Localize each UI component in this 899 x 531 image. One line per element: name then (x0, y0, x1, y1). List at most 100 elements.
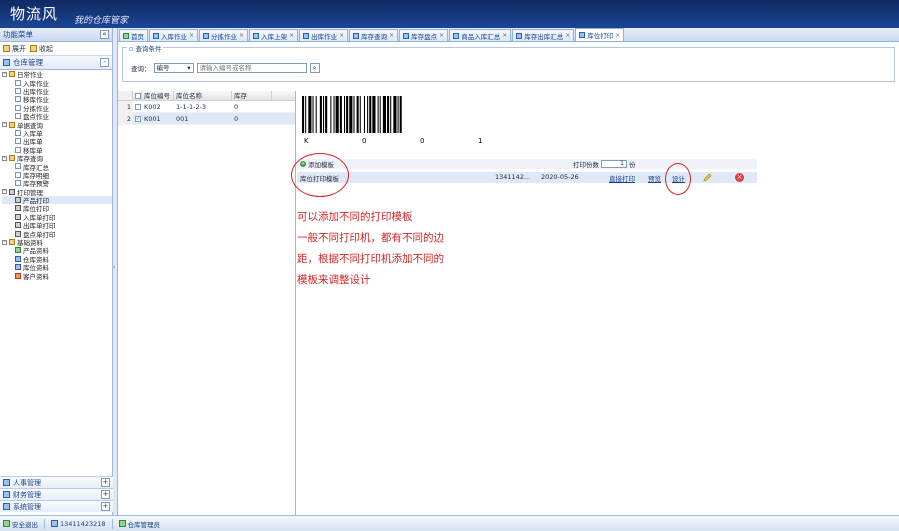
pencil-icon[interactable] (703, 173, 712, 182)
tab[interactable]: 库存盘点 × (399, 29, 449, 41)
tree-item[interactable]: 分拣作业 (2, 104, 112, 113)
barcode-char: 1 (478, 137, 482, 145)
tree-item[interactable]: 仓库资料 (2, 255, 112, 264)
tree-item[interactable]: - 单据查询 (2, 120, 112, 130)
tree-item[interactable]: 入库单打印 (2, 213, 112, 222)
printer-icon (15, 230, 21, 237)
barcode-bar (369, 96, 372, 133)
copies-label: 打印份数 (573, 161, 599, 169)
row-checkbox[interactable]: ✓ (133, 113, 142, 124)
copies-input[interactable]: 1 (601, 160, 627, 168)
delete-icon[interactable]: × (735, 173, 744, 182)
annotation-line: 一般不同打印机，都有不同的边 (297, 232, 444, 244)
tab[interactable]: 库存查询 × (349, 29, 399, 41)
tree-item[interactable]: 产品打印 (2, 195, 112, 205)
section-toggle-button[interactable]: - (100, 58, 109, 67)
tab[interactable]: 分拣作业 × (199, 29, 249, 41)
left-panel: 功能菜单 « 展开 收起 仓库管理 - - 日常作业 入库作业 出库作业 移库作业 分拣作… (0, 28, 113, 515)
column-header-qty[interactable]: 库存 (232, 91, 272, 100)
status-separator (111, 518, 113, 529)
row-checkbox[interactable] (133, 101, 142, 112)
tree-toggle-icon[interactable]: - (2, 155, 7, 161)
accordion-item[interactable]: 系统管理 + (0, 500, 113, 512)
close-icon[interactable]: × (289, 32, 294, 39)
collapse-all-button[interactable]: 收起 (30, 44, 53, 54)
tree-item[interactable]: 库存汇总 (2, 162, 112, 172)
tab-strip: 首页 入库作业 × 分拣作业 × 入库上架 × 出库作业 × 库存查询 × 库存盘点 × 商品入库汇总 × 库… (118, 28, 899, 42)
tab-label: 入库上架 (261, 32, 288, 41)
close-icon[interactable]: × (339, 32, 344, 39)
accordion-item[interactable]: 财务管理 + (0, 488, 113, 500)
close-icon[interactable]: × (389, 32, 394, 39)
tree-toggle-icon[interactable]: - (2, 239, 7, 245)
cell-name: 001 (176, 115, 189, 123)
checked-checkbox-icon[interactable]: ✓ (135, 116, 141, 122)
collapse-panel-button[interactable]: « (100, 30, 109, 39)
tree-toggle-icon[interactable]: - (2, 189, 7, 195)
tree-item[interactable]: 客户资料 (2, 271, 112, 281)
tree-item[interactable]: 出库单 (2, 137, 112, 146)
page-icon (403, 32, 410, 39)
tree-item[interactable]: 库位资料 (2, 263, 112, 272)
barcode-bar (339, 96, 342, 133)
close-icon[interactable]: × (439, 32, 444, 39)
close-icon[interactable]: × (565, 32, 570, 39)
tree-item[interactable]: 库位打印 (2, 204, 112, 213)
cell-name: 1-1-1-2-3 (176, 103, 207, 111)
tree-item[interactable]: - 基础资料 (2, 238, 112, 247)
column-header-name[interactable]: 库位名称 (174, 91, 232, 100)
checkbox-icon[interactable] (135, 104, 141, 110)
column-header-code[interactable]: 库位编号 (142, 91, 174, 100)
barcode-bar (363, 96, 365, 133)
accordion-toggle-button[interactable]: + (101, 490, 110, 499)
tree-item[interactable]: - 日常作业 (2, 70, 112, 79)
tree-item[interactable]: - 打印管理 (2, 187, 112, 197)
search-button[interactable]: ⌕ (309, 63, 320, 73)
folder-icon (9, 155, 15, 162)
section-header[interactable]: 仓库管理 - (0, 56, 112, 70)
module-icon (3, 479, 10, 486)
tree-toggle-icon[interactable]: - (2, 122, 7, 128)
tab[interactable]: 入库作业 × (149, 29, 199, 41)
tree-item[interactable]: 出库单打印 (2, 221, 112, 230)
row-number-header (118, 91, 133, 100)
tree-toggle-icon[interactable]: - (2, 71, 7, 77)
tab[interactable]: 商品入库汇总 × (449, 29, 512, 41)
accordion-item[interactable]: 人事管理 + (0, 476, 113, 488)
close-icon[interactable]: × (615, 32, 620, 39)
tree-item[interactable]: 入库作业 (2, 78, 112, 88)
search-mode-select[interactable]: 编号 ▾ (153, 63, 194, 73)
logout-button[interactable]: 安全退出 (3, 519, 38, 529)
search-input[interactable]: 请输入编号或名称 (196, 63, 307, 73)
accordion-toggle-button[interactable]: + (101, 502, 110, 511)
tab-label: 库位打印 (587, 32, 614, 40)
tab[interactable]: 入库上架 × (249, 29, 299, 41)
close-icon[interactable]: × (502, 32, 507, 39)
expand-all-button[interactable]: 展开 (3, 44, 26, 54)
tab[interactable]: 库存出库汇总 × (512, 29, 575, 41)
collapse-icon[interactable]: ▫ (129, 45, 133, 53)
close-icon[interactable]: × (239, 32, 244, 39)
tab[interactable]: 首页 (119, 29, 148, 41)
table-row[interactable]: 2 ✓ K001 001 0 (118, 113, 295, 125)
accordion-toggle-button[interactable]: + (101, 478, 110, 487)
close-icon[interactable]: × (189, 32, 194, 39)
tree-item[interactable]: 移库作业 (2, 95, 112, 104)
direct-print-link[interactable]: 直接打印 (609, 173, 635, 183)
tree-item[interactable]: 产品资料 (2, 246, 112, 255)
tree-item[interactable]: 库存明细 (2, 171, 112, 180)
annotation-line: 模板来调整设计 (297, 274, 371, 286)
query-legend-text: 查询条件 (135, 45, 162, 53)
tab[interactable]: 库位打印 × (575, 28, 625, 41)
status-user-text: 仓库管理员 (127, 520, 161, 529)
page-icon (579, 32, 586, 38)
preview-link[interactable]: 预览 (648, 173, 661, 183)
tab[interactable]: 出库作业 × (299, 29, 349, 41)
tree-item[interactable]: 出库作业 (2, 87, 112, 96)
doc-icon (15, 87, 21, 94)
tree-item[interactable]: - 库存查询 (2, 154, 112, 163)
table-row[interactable]: 1 K002 1-1-1-2-3 0 (118, 101, 295, 113)
tree-item[interactable]: 入库单 (2, 129, 112, 138)
select-all-checkbox[interactable] (133, 91, 142, 100)
splitter-arrow-icon[interactable]: ‹ (113, 264, 115, 271)
